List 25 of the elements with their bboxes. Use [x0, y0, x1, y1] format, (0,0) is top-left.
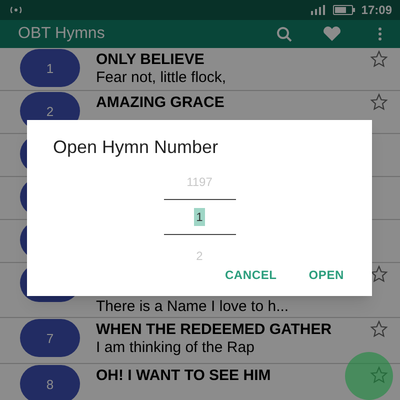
hymn-title[interactable]: ONLY BELIEVE: [96, 51, 233, 68]
more-icon[interactable]: [378, 27, 382, 41]
hymn-first-line: Fear not, little flock,: [96, 68, 228, 87]
hymn-title[interactable]: AMAZING GRACE: [96, 94, 233, 111]
search-icon[interactable]: [276, 26, 292, 42]
floating-action-button[interactable]: [345, 352, 393, 400]
hymn-first-line: I am thinking of the Rap: [96, 338, 256, 357]
star-icon[interactable]: [370, 320, 388, 338]
heart-icon[interactable]: [322, 26, 342, 42]
signal-icon: [309, 5, 328, 15]
hymn-title[interactable]: OH! I WANT TO SEE HIM: [96, 367, 271, 384]
dialog-title: Open Hymn Number: [53, 136, 220, 159]
star-icon[interactable]: [370, 93, 388, 111]
status-time: 17:09: [361, 2, 392, 19]
hymn-title[interactable]: WHEN THE REDEEMED GATHER: [96, 321, 332, 338]
hymn-first-line: There is a Name I love to h...: [96, 297, 289, 316]
star-icon[interactable]: [370, 366, 388, 384]
star-icon[interactable]: [370, 265, 388, 283]
open-button[interactable]: OPEN: [308, 266, 344, 284]
app-title: OBT Hymns: [18, 24, 106, 44]
star-icon[interactable]: [370, 50, 388, 68]
battery-icon: [333, 5, 356, 15]
hotspot-icon: [8, 5, 24, 15]
cancel-button[interactable]: CANCEL: [224, 266, 277, 284]
picker-value[interactable]: 1: [194, 208, 205, 226]
